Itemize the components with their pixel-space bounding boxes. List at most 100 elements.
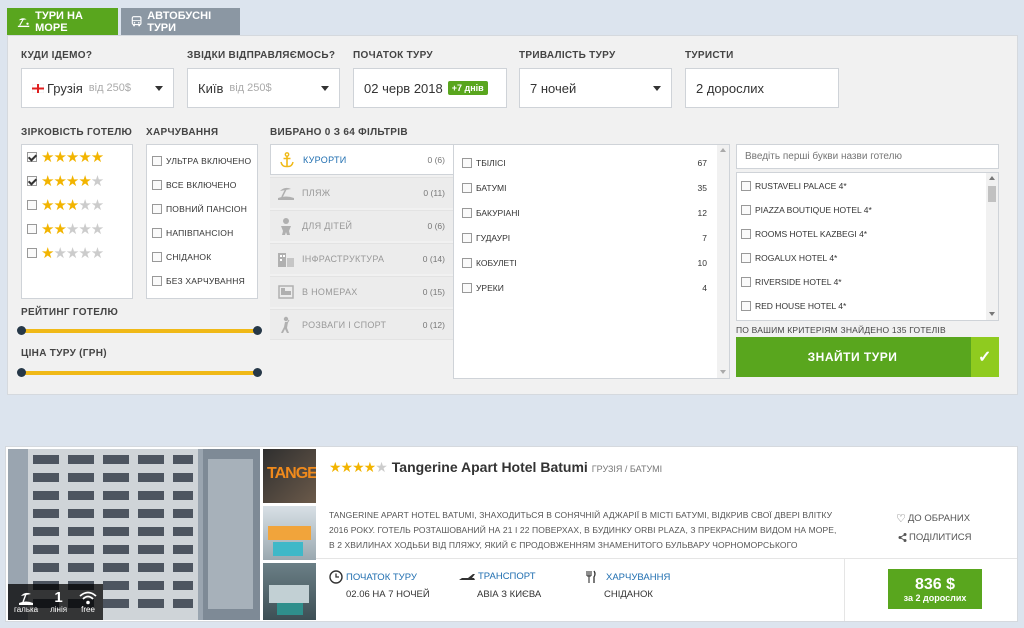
meal-option[interactable]: Напівпансіон (152, 225, 233, 241)
tour-start-info: Початок туру (329, 570, 417, 584)
stars-option-1[interactable]: ★★★★★ (27, 245, 104, 261)
checkbox[interactable] (152, 180, 162, 190)
checkbox[interactable] (462, 233, 472, 243)
resort-option[interactable]: Гудаурі 7 (462, 230, 707, 246)
hotel-location: Грузія / Батумі (591, 464, 663, 474)
checkbox[interactable] (741, 229, 751, 239)
tourists-field[interactable]: 2 дорослих (685, 68, 839, 108)
tour-start-label: Початок туру (346, 571, 417, 583)
checkbox[interactable] (27, 224, 37, 234)
category-label: В номерах (302, 287, 358, 297)
resort-count: 4 (702, 283, 707, 293)
hotel-option[interactable]: Rustaveli Palace 4* (741, 178, 847, 194)
stars-option-5[interactable]: ★★★★★ (27, 149, 104, 165)
stars-option-4[interactable]: ★★★★★ (27, 173, 104, 189)
hotel-option[interactable]: Rogalux Hotel 4* (741, 250, 837, 266)
checkbox[interactable] (462, 158, 472, 168)
category-count: 0 (6) (427, 221, 445, 231)
beach-line-number: 1 (54, 589, 63, 606)
category-beach[interactable]: Пляж 0 (11) (270, 177, 453, 208)
meal-option[interactable]: Повний пансіон (152, 201, 247, 217)
hotel-option[interactable]: Riverside Hotel 4* (741, 274, 842, 290)
meal-option[interactable]: Сніданок (152, 249, 211, 265)
checkbox[interactable] (152, 252, 162, 262)
checkbox[interactable] (741, 205, 751, 215)
wifi-label: free (81, 604, 95, 614)
category-resorts[interactable]: Курорти 0 (6) (270, 144, 453, 175)
resort-option[interactable]: Уреки 4 (462, 280, 707, 296)
scroll-down-icon[interactable] (720, 370, 726, 374)
scroll-down-icon[interactable] (989, 312, 995, 316)
stars-option-3[interactable]: ★★★★★ (27, 197, 104, 213)
checkbox[interactable] (152, 276, 162, 286)
meal-option[interactable]: Все включено (152, 177, 237, 193)
checkbox[interactable] (741, 277, 751, 287)
category-kids[interactable]: Для дітей 0 (6) (270, 210, 453, 241)
checkbox[interactable] (27, 176, 37, 186)
checkbox[interactable] (741, 181, 751, 191)
slider-handle-min[interactable] (17, 368, 26, 377)
duration-select[interactable]: 7 ночей (519, 68, 672, 108)
scroll-up-icon[interactable] (720, 148, 726, 152)
checkbox[interactable] (27, 152, 37, 162)
checkbox[interactable] (462, 183, 472, 193)
hotel-option[interactable]: Rooms Hotel Kazbegi 4* (741, 226, 867, 242)
hotel-option[interactable]: Red House Hotel 4* (741, 298, 846, 314)
hotel-option[interactable]: Piazza Boutique Hotel 4* (741, 202, 872, 218)
checkbox[interactable] (27, 248, 37, 258)
start-date-field[interactable]: 02 черв 2018 +7 днів (353, 68, 507, 108)
category-infrastructure[interactable]: Інфраструктура 0 (14) (270, 243, 453, 274)
chevron-down-icon (321, 86, 329, 91)
resort-option[interactable]: Батумі 35 (462, 180, 707, 196)
resort-name: Гудаурі (476, 233, 511, 243)
hotel-name: Riverside Hotel 4* (755, 277, 842, 287)
add-to-favorites-link[interactable]: ♡ До обраних (896, 512, 970, 525)
slider-handle-max[interactable] (253, 368, 262, 377)
hotel-thumbnail[interactable] (263, 563, 316, 620)
cutlery-icon (586, 570, 596, 583)
resort-option[interactable]: Кобулеті 10 (462, 255, 707, 271)
checkbox[interactable] (152, 228, 162, 238)
checkbox[interactable] (741, 253, 751, 263)
share-link[interactable]: Поділитися (898, 532, 972, 543)
price-button[interactable]: 836 $ за 2 дорослих (888, 569, 982, 609)
resort-option[interactable]: Тбілісі 67 (462, 155, 707, 171)
meal-option[interactable]: Ультра включено (152, 153, 251, 169)
scrollbar[interactable] (986, 173, 998, 320)
hotel-name[interactable]: Tangerine Apart Hotel Batumi (392, 459, 588, 475)
checkbox[interactable] (741, 301, 751, 311)
resort-option[interactable]: Бакуріані 12 (462, 205, 707, 221)
scroll-up-icon[interactable] (989, 176, 995, 180)
scroll-thumb[interactable] (988, 186, 996, 202)
tab-sea-tours[interactable]: Тури на море (7, 8, 118, 35)
category-label: Курорти (303, 154, 347, 165)
destination-select[interactable]: Грузія від 250$ (21, 68, 174, 108)
scrollbar[interactable] (717, 145, 729, 378)
hotel-search-input[interactable] (736, 144, 999, 169)
meal-option[interactable]: Без харчування (152, 273, 245, 289)
departure-select[interactable]: Київ від 250$ (187, 68, 340, 108)
hotel-thumbnail[interactable] (263, 506, 316, 560)
category-entertainment[interactable]: Розваги і спорт 0 (12) (270, 309, 453, 340)
tab-bus-tours[interactable]: Автобусні тури (121, 8, 240, 35)
four-stars-icon: ★★★★★ (329, 459, 388, 475)
hotel-main-photo[interactable]: галька 1 лінія free (8, 449, 260, 620)
category-rooms[interactable]: В номерах 0 (15) (270, 276, 453, 307)
checkbox[interactable] (462, 258, 472, 268)
slider-handle-max[interactable] (253, 326, 262, 335)
stars-option-2[interactable]: ★★★★★ (27, 221, 104, 237)
checkbox[interactable] (462, 208, 472, 218)
hotel-thumbnail[interactable]: TANGER (263, 449, 316, 503)
find-tours-button[interactable]: Знайти тури ✓ (736, 337, 999, 377)
slider-handle-min[interactable] (17, 326, 26, 335)
checkbox[interactable] (152, 156, 162, 166)
meals-filter: Ультра включено Все включено Повний панс… (146, 144, 258, 299)
hotel-name: Rustaveli Palace 4* (755, 181, 847, 191)
rating-slider[interactable] (17, 326, 262, 335)
price-slider[interactable] (17, 368, 262, 377)
resort-count: 12 (697, 208, 707, 218)
wifi-icon (79, 591, 97, 604)
checkbox[interactable] (462, 283, 472, 293)
checkbox[interactable] (27, 200, 37, 210)
checkbox[interactable] (152, 204, 162, 214)
